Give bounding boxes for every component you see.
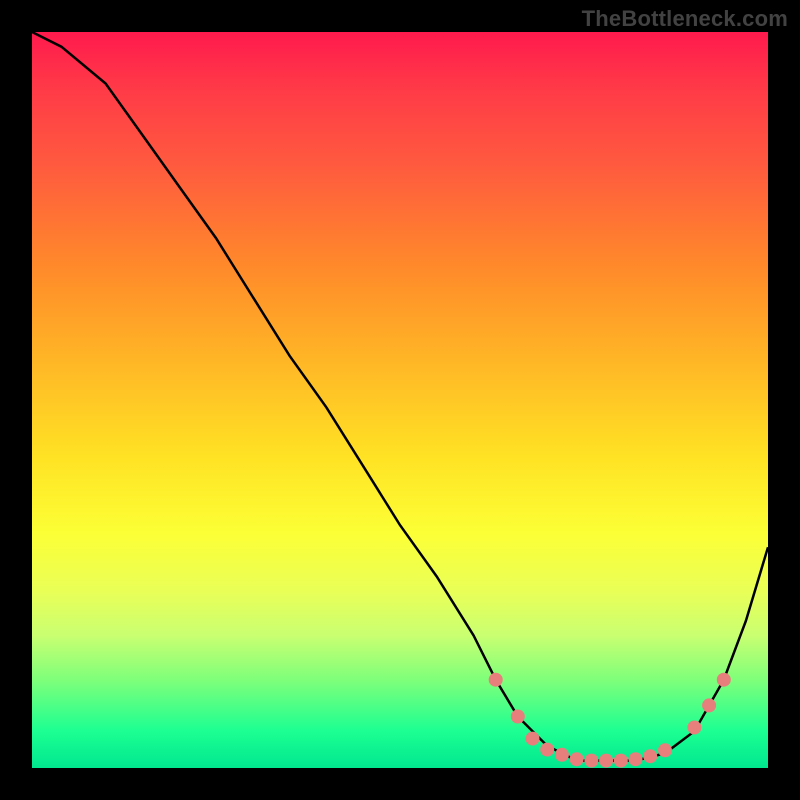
curve-marker xyxy=(540,743,554,757)
curve-marker xyxy=(555,748,569,762)
curve-marker xyxy=(643,749,657,763)
curve-marker xyxy=(629,752,643,766)
chart-frame: TheBottleneck.com xyxy=(0,0,800,800)
curve-marker xyxy=(614,754,628,768)
curve-marker xyxy=(687,721,701,735)
chart-plot-area xyxy=(32,32,768,768)
curve-marker xyxy=(511,710,525,724)
curve-marker xyxy=(702,698,716,712)
chart-svg xyxy=(32,32,768,768)
curve-marker xyxy=(717,673,731,687)
curve-marker xyxy=(526,732,540,746)
watermark-text: TheBottleneck.com xyxy=(582,6,788,32)
bottleneck-curve xyxy=(32,32,768,761)
curve-marker xyxy=(489,673,503,687)
curve-marker xyxy=(570,752,584,766)
curve-marker xyxy=(584,754,598,768)
curve-markers xyxy=(489,673,731,768)
curve-marker xyxy=(599,754,613,768)
curve-marker xyxy=(658,743,672,757)
